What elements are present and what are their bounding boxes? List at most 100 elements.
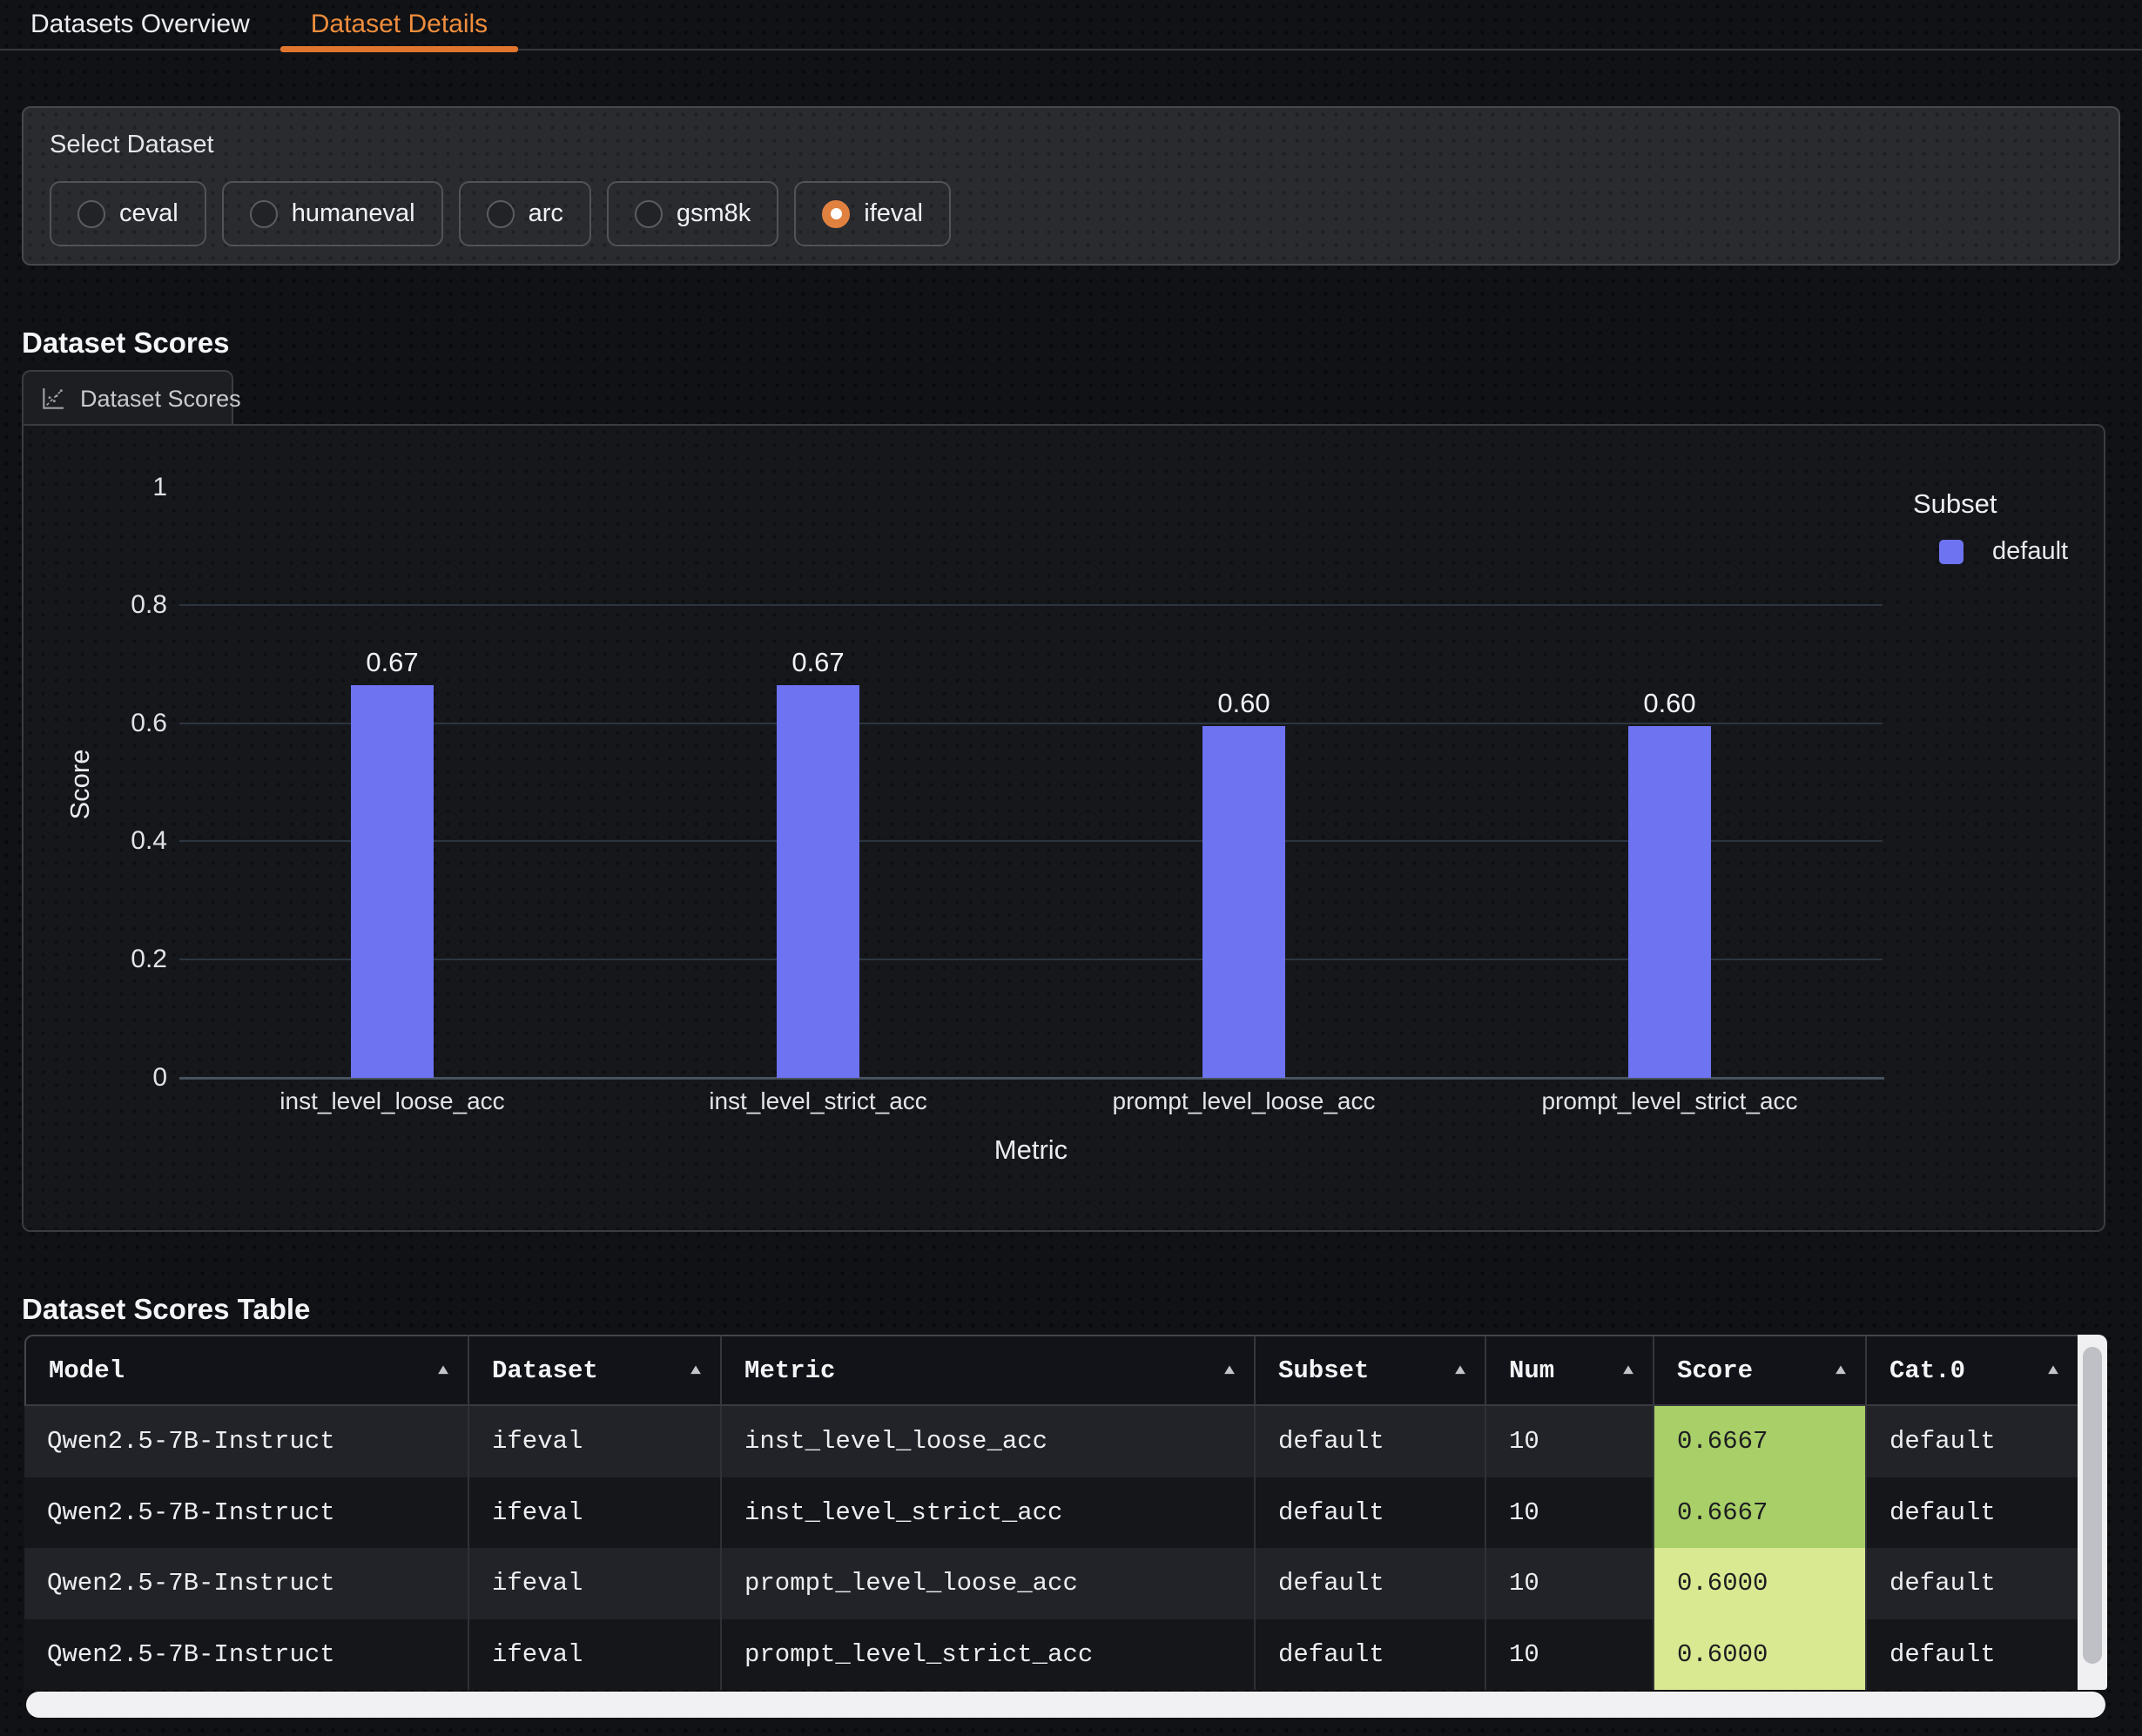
column-header-label: Score: [1677, 1356, 1753, 1385]
cell-cat0: default: [1867, 1619, 2078, 1691]
cell-model: Qwen2.5-7B-Instruct: [24, 1619, 469, 1691]
top-tab-bar: Datasets Overview Dataset Details: [0, 0, 2142, 50]
table-row: Qwen2.5-7B-Instruct ifeval inst_level_lo…: [24, 1406, 2078, 1477]
bar-value-label: 0.67: [791, 647, 844, 678]
radio-option-humaneval[interactable]: humaneval: [222, 181, 443, 246]
tab-dataset-details[interactable]: Dataset Details: [280, 0, 518, 49]
column-header-label: Cat.0: [1889, 1356, 1965, 1385]
y-tick: 0.2: [24, 942, 167, 977]
radio-selected-icon[interactable]: [822, 200, 850, 228]
column-header-metric[interactable]: Metric ▲: [722, 1335, 1256, 1406]
column-header-label: Model: [49, 1356, 125, 1385]
sort-asc-icon[interactable]: ▲: [690, 1362, 701, 1379]
scatter-plot-icon: [39, 385, 67, 413]
cell-cat0: default: [1867, 1406, 2078, 1477]
dataset-scores-table-heading: Dataset Scores Table: [22, 1293, 310, 1326]
radio-option-label: humaneval: [292, 199, 415, 228]
radio-option-ceval[interactable]: ceval: [50, 181, 206, 246]
cell-num: 10: [1486, 1548, 1654, 1619]
dataset-scores-chart-panel: Score 1 0.8 0.6 0.4 0.2 0 0.67 0.67 0.60…: [22, 424, 2105, 1232]
cell-dataset: ifeval: [469, 1477, 722, 1549]
x-tick: inst_level_strict_acc: [605, 1087, 1031, 1115]
dataset-scores-heading: Dataset Scores: [22, 326, 229, 360]
column-header-model[interactable]: Model ▲: [24, 1335, 469, 1406]
column-header-num[interactable]: Num ▲: [1486, 1335, 1654, 1406]
x-axis-ticks: inst_level_loose_acc inst_level_strict_a…: [179, 1087, 1883, 1115]
bar-inst-level-loose-acc[interactable]: [351, 685, 434, 1078]
cell-model: Qwen2.5-7B-Instruct: [24, 1548, 469, 1619]
select-dataset-label: Select Dataset: [50, 131, 214, 159]
column-header-score[interactable]: Score ▲: [1654, 1335, 1867, 1406]
table-grid: Model ▲ Dataset ▲ Metric ▲ Subset ▲ Num …: [24, 1335, 2078, 1690]
legend-entry-default[interactable]: default: [1913, 537, 2068, 566]
radio-unselected-icon[interactable]: [487, 200, 515, 228]
column-header-label: Num: [1509, 1356, 1554, 1385]
sort-asc-icon[interactable]: ▲: [1623, 1362, 1633, 1379]
cell-dataset: ifeval: [469, 1406, 722, 1477]
column-header-dataset[interactable]: Dataset ▲: [469, 1335, 722, 1406]
sort-asc-icon[interactable]: ▲: [1224, 1362, 1235, 1379]
chart-legend: Subset default: [1913, 488, 2068, 566]
sort-asc-icon[interactable]: ▲: [1836, 1362, 1846, 1379]
y-tick: 0: [24, 1060, 167, 1095]
bar-slot: 0.67: [605, 647, 1031, 1078]
table-vertical-scrollbar[interactable]: [2078, 1335, 2107, 1690]
cell-score: 0.6000: [1654, 1619, 1867, 1691]
column-header-label: Metric: [744, 1356, 835, 1385]
cell-num: 10: [1486, 1619, 1654, 1691]
cell-subset: default: [1256, 1477, 1486, 1549]
y-tick: 1: [24, 470, 167, 505]
radio-option-gsm8k[interactable]: gsm8k: [607, 181, 778, 246]
x-tick: prompt_level_strict_acc: [1457, 1087, 1883, 1115]
cell-model: Qwen2.5-7B-Instruct: [24, 1477, 469, 1549]
radio-option-label: arc: [529, 199, 563, 228]
bar-prompt-level-strict-acc[interactable]: [1628, 726, 1711, 1078]
cell-metric: prompt_level_strict_acc: [722, 1619, 1256, 1691]
cell-subset: default: [1256, 1548, 1486, 1619]
column-header-subset[interactable]: Subset ▲: [1256, 1335, 1486, 1406]
bar-value-label: 0.60: [1217, 688, 1270, 719]
radio-option-arc[interactable]: arc: [459, 181, 591, 246]
radio-option-ifeval[interactable]: ifeval: [794, 181, 951, 246]
chart-tab-label: Dataset Scores: [80, 386, 241, 413]
radio-option-label: gsm8k: [677, 199, 751, 228]
table-row: Qwen2.5-7B-Instruct ifeval prompt_level_…: [24, 1548, 2078, 1619]
column-header-cat0[interactable]: Cat.0 ▲: [1867, 1335, 2078, 1406]
sort-asc-icon[interactable]: ▲: [1455, 1362, 1465, 1379]
radio-unselected-icon[interactable]: [77, 200, 105, 228]
column-header-label: Dataset: [492, 1356, 598, 1385]
sort-asc-icon[interactable]: ▲: [438, 1362, 448, 1379]
bar-series: 0.67 0.67 0.60 0.60: [179, 492, 1883, 1078]
y-tick: 0.8: [24, 588, 167, 622]
radio-unselected-icon[interactable]: [635, 200, 663, 228]
cell-subset: default: [1256, 1406, 1486, 1477]
column-header-label: Subset: [1278, 1356, 1369, 1385]
legend-swatch-icon: [1939, 540, 1964, 564]
vertical-scrollbar-thumb[interactable]: [2083, 1347, 2102, 1664]
table-header-row: Model ▲ Dataset ▲ Metric ▲ Subset ▲ Num …: [24, 1335, 2078, 1406]
legend-entry-label: default: [1992, 537, 2068, 566]
x-axis-title: Metric: [179, 1134, 1883, 1166]
x-tick: inst_level_loose_acc: [179, 1087, 605, 1115]
cell-num: 10: [1486, 1477, 1654, 1549]
table-horizontal-scrollbar[interactable]: [26, 1692, 2105, 1718]
radio-unselected-icon[interactable]: [250, 200, 278, 228]
x-tick: prompt_level_loose_acc: [1031, 1087, 1457, 1115]
cell-score: 0.6667: [1654, 1477, 1867, 1549]
bar-prompt-level-loose-acc[interactable]: [1202, 726, 1285, 1078]
cell-metric: inst_level_loose_acc: [722, 1406, 1256, 1477]
cell-num: 10: [1486, 1406, 1654, 1477]
cell-cat0: default: [1867, 1477, 2078, 1549]
cell-metric: inst_level_strict_acc: [722, 1477, 1256, 1549]
app-page: { "header_tabs": [ { "label": "Datasets …: [0, 0, 2142, 1736]
cell-metric: prompt_level_loose_acc: [722, 1548, 1256, 1619]
bar-slot: 0.60: [1457, 688, 1883, 1078]
cell-score: 0.6000: [1654, 1548, 1867, 1619]
dataset-scores-chart-tab[interactable]: Dataset Scores: [22, 370, 233, 426]
bar-value-label: 0.67: [366, 647, 418, 678]
tab-datasets-overview[interactable]: Datasets Overview: [0, 0, 280, 49]
bar-value-label: 0.60: [1643, 688, 1695, 719]
table-row: Qwen2.5-7B-Instruct ifeval inst_level_st…: [24, 1477, 2078, 1549]
bar-inst-level-strict-acc[interactable]: [777, 685, 859, 1078]
sort-asc-icon[interactable]: ▲: [2048, 1362, 2058, 1379]
